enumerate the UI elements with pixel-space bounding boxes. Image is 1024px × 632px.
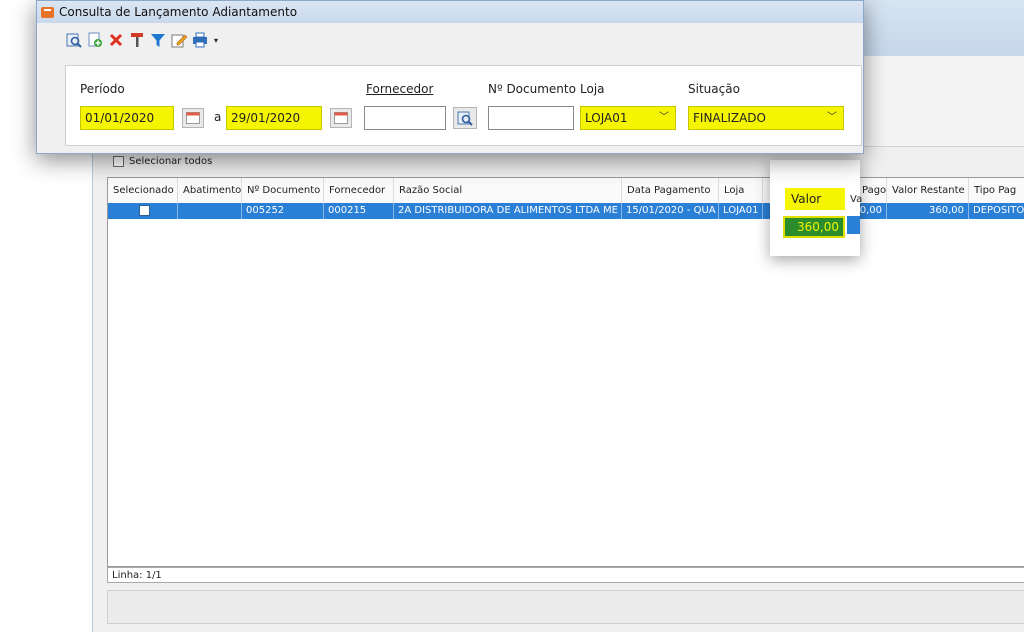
col-valor-restante[interactable]: Valor Restante [887,178,969,203]
select-all-label: Selecionar todos [129,156,213,167]
table-row[interactable]: 005252 000215 2A DISTRIBUIDORA DE ALIMEN… [108,203,1024,219]
filter-icon[interactable] [149,31,167,49]
valor-callout: Valor Va 360,00 [770,160,863,256]
fornecedor-search-icon[interactable] [453,107,477,129]
cell-loja: LOJA01 [719,203,763,219]
paint-icon[interactable] [128,31,146,49]
app-window-icon [41,6,54,18]
col-data-pagamento[interactable]: Data Pagamento [622,178,719,203]
filter-panel: Período 01/01/2020 a 29/01/2020 Forneced… [65,65,862,146]
chevron-down-icon: ﹀ [659,112,669,123]
documento-label: Nº Documento [488,82,576,96]
col-loja[interactable]: Loja [719,178,763,203]
delete-icon[interactable] [107,31,125,49]
row-count-status: Linha: 1/1 [107,567,1024,583]
col-documento[interactable]: Nº Documento [242,178,324,203]
calendar-from-icon[interactable] [182,108,204,128]
chevron-down-icon: ﹀ [827,112,837,123]
documento-input[interactable] [488,106,574,130]
cell-pago: 0,00 [857,203,887,219]
search-icon[interactable] [65,31,83,49]
col-razao-social[interactable]: Razão Social [394,178,622,203]
date-separator: a [214,110,222,124]
edit-icon[interactable] [170,31,188,49]
loja-select[interactable]: LOJA01 ﹀ [580,106,676,130]
cell-fornecedor: 000215 [324,203,394,219]
toolbar: ▾ [65,31,220,49]
grid-header: Selecionado Abatimento Nº Documento Forn… [108,178,1024,204]
row-checkbox[interactable] [139,205,150,216]
cell-valor-restante: 360,00 [887,203,969,219]
print-icon[interactable] [191,31,209,49]
select-all-row[interactable]: Selecionar todos [113,156,212,167]
fornecedor-input[interactable] [364,106,446,130]
periodo-label: Período [80,82,125,96]
bottom-panel [107,590,1024,624]
cell-selecionado[interactable] [108,203,178,219]
col-tipo-pag[interactable]: Tipo Pag [969,178,1024,203]
col-selecionado[interactable]: Selecionado [108,178,178,203]
situacao-label: Situação [688,82,740,96]
va-column-header: Va [850,194,863,205]
situacao-select[interactable]: FINALIZADO ﹀ [688,106,844,130]
calendar-to-icon[interactable] [330,108,352,128]
col-abatimento[interactable]: Abatimento [178,178,242,203]
loja-selected-value: LOJA01 [585,111,628,125]
chevron-down-icon[interactable]: ▾ [212,31,220,49]
cell-data-pagamento: 15/01/2020 - QUA [622,203,719,219]
valor-cell: 360,00 [783,216,845,238]
consulta-dialog: Consulta de Lançamento Adiantamento ▾ Pe… [36,0,864,154]
cell-documento: 005252 [242,203,324,219]
dialog-titlebar[interactable]: Consulta de Lançamento Adiantamento [37,1,863,23]
select-all-checkbox[interactable] [113,156,124,167]
situacao-selected-value: FINALIZADO [693,111,766,125]
date-to-input[interactable]: 29/01/2020 [226,106,322,130]
results-grid[interactable]: Selecionado Abatimento Nº Documento Forn… [107,177,1024,567]
date-from-input[interactable]: 01/01/2020 [80,106,174,130]
fornecedor-label[interactable]: Fornecedor [366,82,433,96]
add-doc-icon[interactable] [86,31,104,49]
col-fornecedor[interactable]: Fornecedor [324,178,394,203]
cell-tipo-pag: DEPOSITO [969,203,1024,219]
cell-abatimento [178,203,242,219]
valor-adjacent-cell [847,216,860,234]
dialog-title: Consulta de Lançamento Adiantamento [59,5,298,19]
loja-label: Loja [580,82,605,96]
cell-razao-social: 2A DISTRIBUIDORA DE ALIMENTOS LTDA ME [394,203,622,219]
valor-column-header[interactable]: Valor [785,188,845,210]
